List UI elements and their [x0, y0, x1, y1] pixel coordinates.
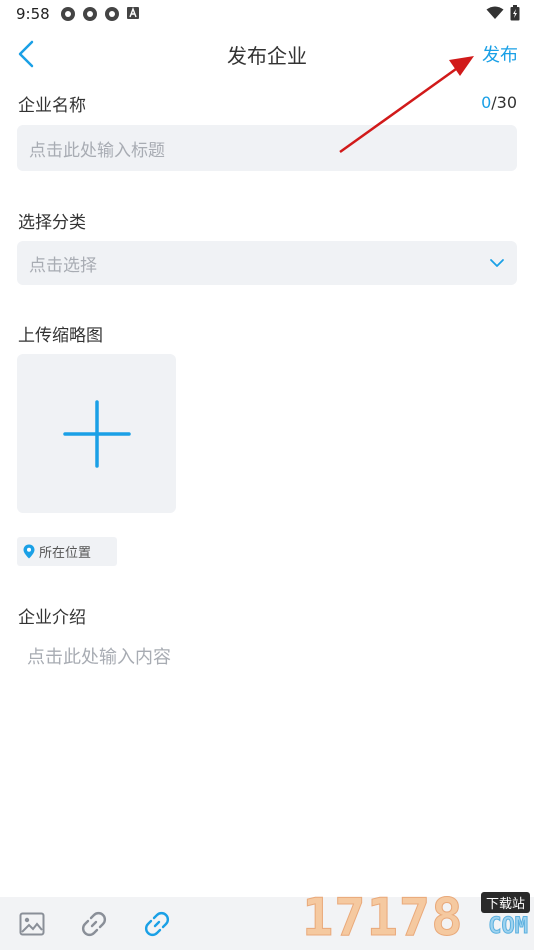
- location-label: 所在位置: [39, 546, 92, 561]
- name-char-counter: 0/30: [481, 93, 517, 112]
- insert-image-button[interactable]: [17, 909, 47, 939]
- watermark-digits: 17178: [302, 888, 464, 948]
- image-icon: [19, 912, 45, 936]
- insert-link-button[interactable]: [79, 909, 109, 939]
- settings-icon: [61, 7, 75, 21]
- company-name-label: 企业名称: [18, 96, 86, 116]
- insert-link-button-active[interactable]: [142, 909, 172, 939]
- link-icon: [145, 912, 169, 936]
- publish-button[interactable]: 发布: [482, 41, 518, 67]
- app-a-icon: [127, 7, 139, 19]
- category-label: 选择分类: [18, 213, 86, 233]
- battery-icon: [510, 5, 520, 21]
- page-title: 发布企业: [227, 44, 307, 68]
- category-placeholder: 点击选择: [29, 255, 97, 276]
- name-counter-current: 0: [481, 93, 492, 112]
- watermark-tag: 下载站: [480, 892, 530, 913]
- thumbnail-upload-button[interactable]: [17, 354, 176, 513]
- location-pin-icon: [23, 544, 35, 559]
- intro-input[interactable]: 点击此处输入内容: [27, 643, 171, 669]
- watermark-com: COM: [488, 914, 529, 940]
- location-button[interactable]: 所在位置: [17, 537, 117, 566]
- category-select[interactable]: 点击选择: [17, 241, 517, 285]
- settings-icon: [105, 7, 119, 21]
- plus-icon: [62, 399, 131, 468]
- company-name-input[interactable]: 点击此处输入标题: [17, 125, 517, 171]
- nav-bar: 发布企业 发布: [0, 28, 534, 80]
- name-counter-total: /30: [491, 93, 517, 112]
- chevron-down-icon: [489, 258, 505, 268]
- company-name-placeholder: 点击此处输入标题: [29, 140, 165, 161]
- status-system-icons: [486, 5, 520, 21]
- status-time: 9:58: [16, 5, 50, 23]
- status-bar: 9:58: [0, 0, 534, 28]
- wifi-icon: [486, 6, 504, 19]
- status-notification-icons: [60, 6, 140, 22]
- thumbnail-label: 上传缩略图: [18, 326, 103, 346]
- site-watermark: 17178 下载站 COM: [302, 888, 534, 950]
- intro-label: 企业介绍: [18, 608, 86, 628]
- settings-icon: [83, 7, 97, 21]
- link-icon: [82, 912, 106, 936]
